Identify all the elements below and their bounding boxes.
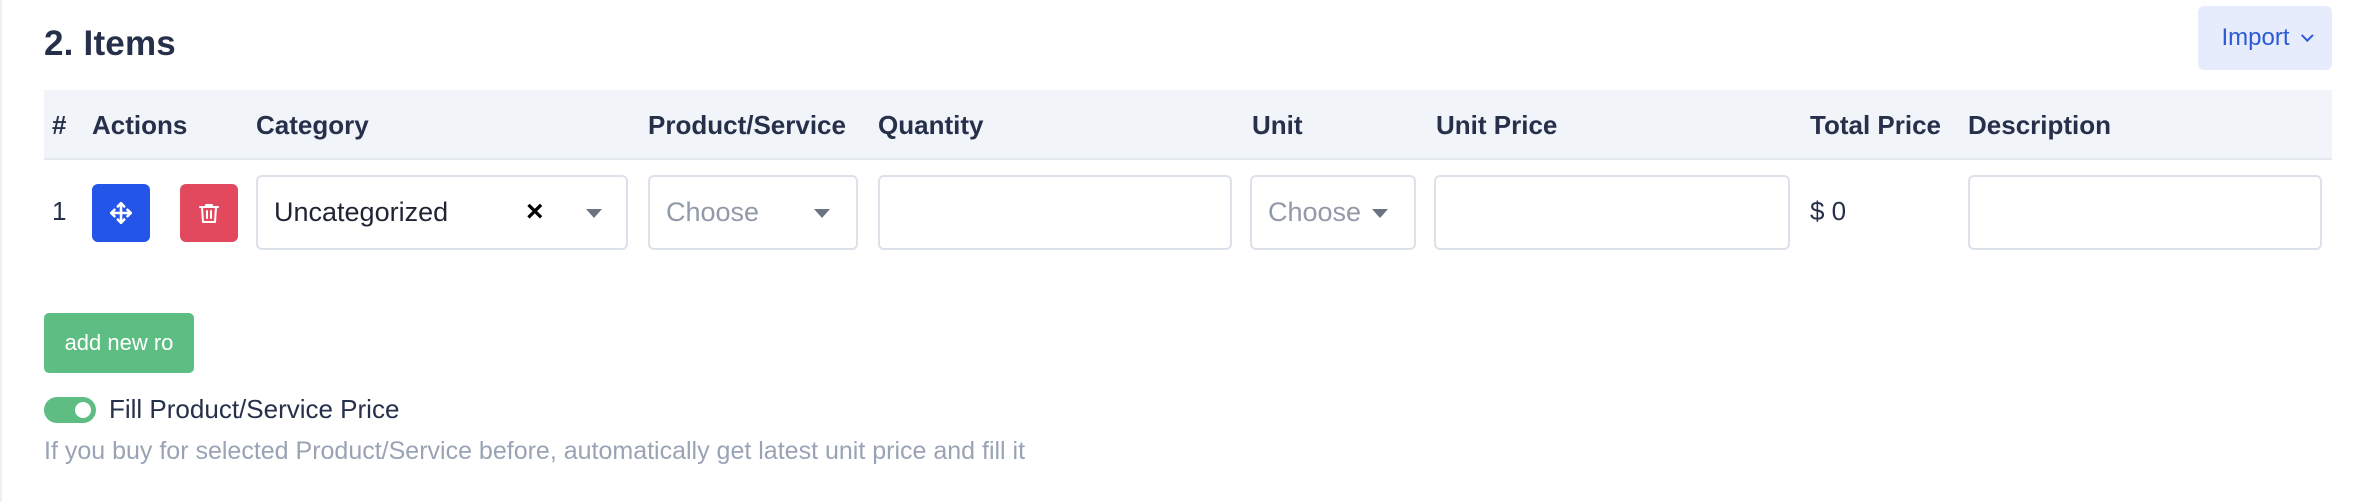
trash-icon: [199, 204, 219, 223]
quantity-input[interactable]: [878, 175, 1232, 250]
product-placeholder: Choose: [666, 197, 760, 227]
move-arrows-icon: [109, 201, 133, 225]
header-category: Category: [256, 109, 369, 140]
unit-select[interactable]: Choose: [1250, 175, 1416, 250]
category-value: Uncategorized: [274, 197, 449, 227]
delete-row-button[interactable]: [180, 184, 238, 242]
header-index: #: [52, 109, 67, 140]
fill-price-toggle[interactable]: [44, 397, 96, 423]
header-description: Description: [1968, 109, 2112, 140]
header-actions: Actions: [92, 109, 188, 140]
fill-price-label: Fill Product/Service Price: [109, 394, 400, 424]
unit-placeholder: Choose: [1268, 197, 1362, 227]
description-input[interactable]: [1968, 175, 2322, 250]
row-index: 1: [52, 196, 67, 226]
toggle-knob: [75, 402, 91, 418]
header-total-price: Total Price: [1810, 109, 1942, 140]
header-unit-price: Unit Price: [1436, 109, 1558, 140]
fill-price-help-text: If you buy for selected Product/Service …: [44, 437, 1026, 465]
product-service-select[interactable]: Choose: [648, 175, 858, 250]
header-unit: Unit: [1252, 109, 1303, 140]
unit-price-input[interactable]: [1434, 175, 1790, 250]
caret-down-icon: [814, 209, 830, 218]
header-product-service: Product/Service: [648, 109, 846, 140]
close-icon[interactable]: ×: [526, 195, 544, 229]
caret-down-icon: [586, 209, 602, 218]
total-price-value: $ 0: [1810, 196, 1847, 226]
table-header: # Actions Category Product/Service Quant…: [44, 90, 2332, 160]
items-card: 2. Items Import # Actions Category Produ…: [0, 0, 2364, 502]
import-label: Import: [2221, 24, 2290, 51]
caret-down-icon: [1372, 209, 1388, 218]
section-title: 2. Items: [44, 24, 176, 63]
move-row-button[interactable]: [92, 184, 150, 242]
import-button[interactable]: Import: [2198, 6, 2332, 70]
category-select[interactable]: Uncategorized ×: [256, 175, 628, 250]
add-new-row-button[interactable]: add new ro: [44, 313, 194, 373]
header-quantity: Quantity: [878, 109, 984, 140]
chevron-down-icon: [2300, 28, 2314, 42]
